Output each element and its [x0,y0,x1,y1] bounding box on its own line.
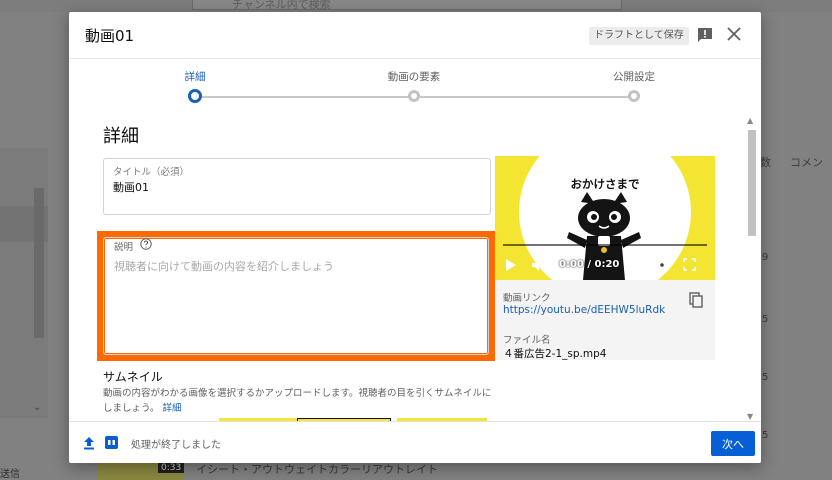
background-video-title: イシート・アウトウェイトカラーリアウトレイト [196,463,438,476]
step-video-elements-indicator[interactable] [408,90,420,102]
step-visibility-indicator[interactable] [628,90,640,102]
background-bottom-text: 送信 [0,469,20,480]
video-link-label: 動画リンク [503,293,551,304]
upload-icon [84,437,94,450]
play-icon[interactable] [505,258,517,272]
video-frame-caption: おかけさまで [570,177,640,191]
description-placeholder: 視聴者に向けて動画の内容を紹介しましょう [114,260,334,273]
step-details-indicator[interactable] [188,89,202,103]
stepper-line [202,96,413,98]
background-cell: 5 [762,430,769,441]
thumbnail-description: 動画の内容がわかる画像を選択するかアップロードします。視聴者の目を引くサムネイル… [103,386,493,416]
details-content: 詳細 タイトル（必須） 動画01 説明 視聴者に向けて動画の内容を紹介しましょう… [69,110,761,421]
gear-icon[interactable] [655,258,669,272]
background-video-duration: 0:33 [158,463,185,473]
hd-processing-icon [105,436,118,449]
save-draft-button[interactable]: ドラフトとして保存 [589,27,689,45]
scroll-thumb[interactable] [748,130,756,236]
video-preview-card: おかけさまで 0:00 / 0:20 動画リンク https://youtu.b… [495,156,715,360]
background-search-placeholder: チャンネル内で検索 [232,0,331,11]
title-field[interactable]: タイトル（必須） 動画01 [103,158,491,215]
background-chevron-down-icon: ⌄ [33,402,42,413]
next-button[interactable]: 次へ [711,431,755,456]
volume-icon[interactable] [531,258,547,272]
video-link[interactable]: https://youtu.be/dEEHW5luRdk [503,304,665,316]
thumbnail-learn-more-link[interactable]: 詳細 [162,403,181,414]
dialog-header: 動画01 ドラフトとして保存 [69,12,761,58]
processing-status: 処理が終了しました [131,440,221,451]
background-cell: 5 [762,372,769,383]
thumbnail-title: サムネイル [103,370,163,384]
step-label-details[interactable]: 詳細 [145,69,245,84]
file-name-value: ４番広告2-1_sp.mp4 [503,348,607,360]
step-label-video-elements[interactable]: 動画の要素 [364,69,464,84]
section-title: 詳細 [103,126,139,147]
upload-stepper: 詳細 動画の要素 公開設定 [69,58,761,110]
title-field-value[interactable]: 動画01 [113,179,149,195]
description-field-label: 説明 [114,242,134,253]
dialog-title: 動画01 [85,27,135,45]
fullscreen-icon[interactable] [683,258,696,271]
background-cell: 9 [762,252,769,263]
background-scrollbar [34,188,44,338]
title-field-label: タイトル（必須） [113,167,190,178]
background-column-header: コメン [790,156,823,169]
background-column-header: 数 [760,156,771,169]
help-icon[interactable] [140,238,152,250]
video-progress-bar[interactable] [503,244,707,246]
description-field[interactable]: 説明 視聴者に向けて動画の内容を紹介しましょう [103,237,489,355]
dialog-footer: 処理が終了しました 次へ [69,421,761,463]
video-controls: 0:00 / 0:20 [495,250,715,280]
stepper-line [420,96,633,98]
content-scrollbar[interactable]: ▲ ▼ [745,116,757,422]
copy-icon[interactable] [689,292,703,308]
upload-dialog: 動画01 ドラフトとして保存 詳細 動画の要素 公開設定 詳細 タイトル（必須）… [69,12,761,463]
video-time: 0:00 / 0:20 [559,259,620,270]
scroll-up-icon[interactable]: ▲ [747,116,753,125]
feedback-icon[interactable] [697,27,713,43]
close-icon[interactable] [727,27,741,41]
video-player[interactable]: おかけさまで 0:00 / 0:20 [495,156,715,280]
scroll-down-icon[interactable]: ▼ [747,412,753,421]
file-name-label: ファイル名 [503,335,551,346]
background-cell: 5 [762,314,769,325]
step-label-visibility[interactable]: 公開設定 [584,69,684,84]
